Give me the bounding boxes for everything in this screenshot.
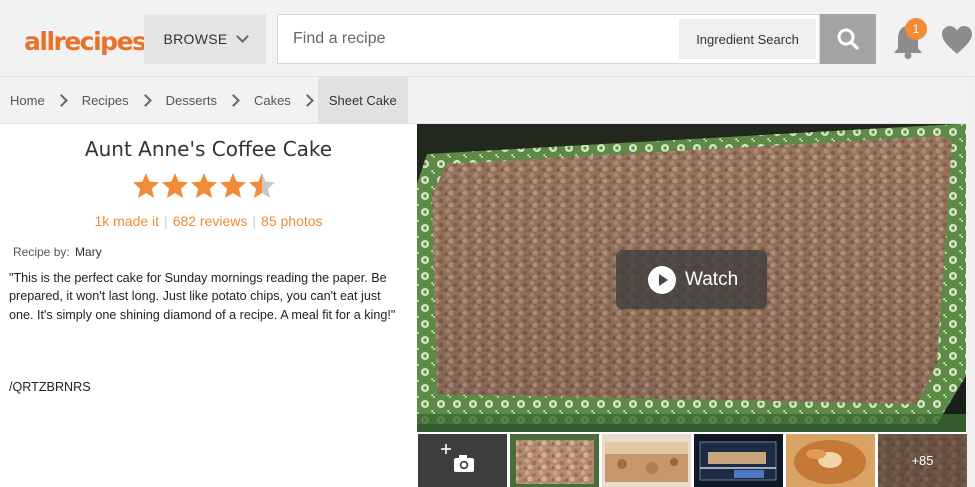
browse-label: BROWSE (163, 31, 228, 47)
divider: | (164, 213, 168, 229)
made-it-link[interactable]: 1k made it (94, 213, 159, 229)
logo-text: allrecipes (24, 27, 147, 56)
star-icon (191, 173, 217, 198)
thumbnail-photo[interactable] (694, 434, 783, 487)
chevron-right-icon (54, 93, 68, 107)
camera-icon (441, 444, 474, 472)
oven-thumbnail-image (694, 434, 783, 487)
watch-label: Watch (685, 268, 739, 290)
breadcrumb-sheet-cake[interactable]: Sheet Cake (317, 76, 408, 124)
chevron-right-icon (300, 93, 314, 107)
search-icon (837, 28, 859, 50)
breadcrumb: Home Recipes Desserts Cakes Sheet Cake (0, 76, 975, 124)
star-icon (249, 173, 275, 198)
thumbnail-photo[interactable] (786, 434, 875, 487)
recipe-code: /QRTZBRNRS (9, 380, 91, 394)
star-icon (162, 173, 188, 198)
allrecipes-logo[interactable]: allrecipes (24, 24, 156, 56)
author-link[interactable]: Mary (75, 245, 102, 259)
recipe-title: Aunt Anne's Coffee Cake (84, 137, 333, 161)
recipe-stats: 1k made it | 682 reviews | 85 photos (0, 213, 417, 229)
star-rating[interactable] (132, 172, 276, 200)
star-icon (133, 173, 159, 198)
add-photo-button[interactable] (418, 434, 507, 487)
recipe-by: Recipe by: Mary (13, 245, 102, 259)
thumbnail-photo[interactable] (602, 434, 691, 487)
more-photos-button[interactable]: +85 (878, 434, 967, 487)
thumbnail-photo[interactable] (510, 434, 599, 487)
breadcrumb-desserts[interactable]: Desserts (156, 77, 227, 124)
heart-icon[interactable] (940, 24, 974, 56)
play-icon (648, 265, 676, 294)
search-input[interactable] (278, 15, 678, 63)
search-button[interactable] (820, 14, 876, 64)
watch-video-button[interactable]: Watch (616, 250, 767, 309)
site-header: allrecipes BROWSE Ingredient Search 1 (0, 0, 975, 77)
recipe-description: "This is the perfect cake for Sunday mor… (9, 271, 396, 322)
cake-thumbnail-image (602, 434, 691, 487)
chevron-right-icon (227, 93, 240, 107)
search-box: Ingredient Search (277, 14, 820, 64)
browse-button[interactable]: BROWSE (144, 14, 266, 64)
ingredient-search-button[interactable]: Ingredient Search (679, 19, 816, 59)
cake-thumbnail-image (510, 434, 599, 487)
divider: | (252, 213, 257, 229)
breadcrumb-recipes[interactable]: Recipes (72, 77, 139, 124)
recipe-by-label: Recipe by: (13, 245, 70, 259)
reviews-link[interactable]: 682 reviews (173, 213, 248, 229)
notification-badge: 1 (905, 18, 927, 40)
breadcrumb-cakes[interactable]: Cakes (244, 77, 301, 124)
star-icon (220, 173, 246, 198)
more-photos-count: +85 (911, 453, 934, 468)
chevron-right-icon (138, 93, 152, 107)
photo-strip: +85 (417, 432, 967, 487)
chevron-down-icon (235, 30, 249, 43)
scrollbar[interactable] (966, 77, 975, 487)
bundt-cake-thumbnail-image (786, 434, 875, 487)
photos-link[interactable]: 85 photos (261, 213, 323, 229)
breadcrumb-home[interactable]: Home (0, 77, 55, 124)
